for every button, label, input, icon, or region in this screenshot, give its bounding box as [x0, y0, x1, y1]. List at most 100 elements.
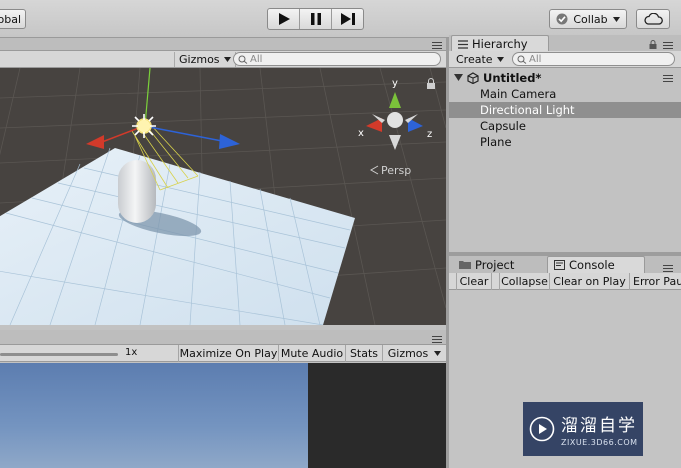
- expand-triangle-icon[interactable]: [454, 74, 463, 82]
- collab-button[interactable]: Collab: [549, 9, 627, 29]
- hierarchy-item-main-camera[interactable]: Main Camera: [449, 86, 681, 102]
- panel-menu-icon[interactable]: [432, 42, 442, 49]
- hierarchy-item-label: Plane: [480, 135, 512, 149]
- scale-slider-track[interactable]: [0, 353, 118, 356]
- plane-object[interactable]: [0, 148, 355, 325]
- pivot-global-toggle[interactable]: obal: [0, 9, 26, 29]
- scale-label: 1x: [125, 347, 138, 358]
- step-icon: [340, 13, 355, 25]
- panel-menu-icon[interactable]: [663, 265, 673, 272]
- hierarchy-item-capsule[interactable]: Capsule: [449, 118, 681, 134]
- watermark-text: 溜溜自学 ZIXUE.3D66.COM: [561, 411, 638, 447]
- chevron-down-icon: [434, 351, 442, 356]
- panel-menu-icon[interactable]: [432, 336, 442, 343]
- console-error-pause-label: Error Pau: [633, 275, 681, 288]
- watermark-logo: 溜溜自学 ZIXUE.3D66.COM: [523, 402, 643, 456]
- hierarchy-item-plane[interactable]: Plane: [449, 134, 681, 150]
- game-viewport[interactable]: [0, 363, 446, 468]
- search-icon: [517, 55, 527, 64]
- folder-icon: [459, 261, 471, 269]
- maximize-on-play-toggle[interactable]: Maximize On Play: [178, 345, 278, 362]
- scene-gizmos-label: Gizmos: [179, 53, 220, 66]
- search-icon: [238, 55, 248, 64]
- axis-label-y: y: [392, 78, 398, 89]
- hierarchy-tree: Untitled* Main Camera Directional Light …: [449, 68, 681, 252]
- maximize-on-play-label: Maximize On Play: [179, 347, 278, 360]
- axis-label-x: x: [358, 128, 364, 139]
- persp-label[interactable]: Persp: [381, 164, 411, 177]
- scene-menu-icon[interactable]: [663, 75, 673, 82]
- axis-label-z: z: [427, 129, 432, 140]
- step-button[interactable]: [332, 9, 363, 29]
- cloud-icon: [644, 13, 663, 25]
- console-clear-button[interactable]: Clear: [456, 273, 492, 290]
- stats-label: Stats: [349, 347, 379, 360]
- pause-icon: [310, 13, 321, 25]
- stats-toggle[interactable]: Stats: [345, 345, 382, 362]
- game-sky: [0, 363, 308, 468]
- console-toolbar: Clear Collapse Clear on Play Error Pau: [449, 273, 681, 290]
- scene-canvas: y x z Persp: [0, 68, 446, 325]
- game-letterbox: [308, 363, 446, 468]
- x-axis-arrow[interactable]: [86, 135, 104, 149]
- tab-project-label: Project: [475, 257, 515, 272]
- game-panel-header: [0, 330, 446, 345]
- lock-icon[interactable]: [649, 40, 657, 49]
- play-icon: [278, 13, 290, 25]
- chevron-down-icon: [223, 57, 231, 62]
- project-console-tabbar: Project Console: [449, 256, 681, 273]
- console-collapse-label: Collapse: [501, 275, 548, 288]
- watermark-title: 溜溜自学: [561, 416, 637, 436]
- z-axis-arrow[interactable]: [219, 134, 240, 149]
- tab-console[interactable]: Console: [547, 256, 645, 273]
- watermark-play-icon: [529, 416, 555, 442]
- collab-label: Collab: [573, 12, 608, 26]
- hierarchy-item-directional-light[interactable]: Directional Light: [449, 102, 681, 118]
- scene-toolbar: Gizmos All: [0, 51, 446, 68]
- chevron-down-icon: [496, 57, 504, 62]
- scene-name: Untitled*: [483, 71, 542, 85]
- hierarchy-search-placeholder: All: [529, 53, 542, 65]
- lock-icon[interactable]: [427, 78, 435, 90]
- console-clear-label: Clear: [459, 275, 489, 288]
- main-toolbar: obal Collab: [0, 0, 681, 38]
- playback-controls: [267, 8, 364, 30]
- console-collapse-toggle[interactable]: Collapse: [499, 273, 550, 290]
- game-gizmos-label: Gizmos: [387, 347, 429, 360]
- tab-console-label: Console: [569, 258, 615, 272]
- console-clear-on-play-label: Clear on Play: [553, 275, 626, 288]
- console-clear-on-play-toggle[interactable]: Clear on Play: [550, 273, 630, 290]
- hierarchy-item-label: Main Camera: [480, 87, 557, 101]
- tab-hierarchy[interactable]: Hierarchy: [451, 35, 549, 52]
- orientation-gizmo[interactable]: [366, 92, 423, 150]
- hierarchy-item-label: Capsule: [480, 119, 526, 133]
- panel-menu-icon[interactable]: [663, 42, 673, 49]
- watermark-url: ZIXUE.3D66.COM: [561, 438, 638, 447]
- z-axis-handle[interactable]: [143, 125, 223, 142]
- cloud-services-button[interactable]: [636, 9, 670, 29]
- unity-scene-icon: [467, 72, 479, 84]
- scene-search-placeholder: All: [250, 53, 263, 65]
- scene-gizmos-dropdown[interactable]: Gizmos: [174, 52, 236, 67]
- scene-search-input[interactable]: All: [233, 52, 441, 66]
- scene-panel-header: [0, 38, 446, 51]
- directional-light-sun-icon[interactable]: [132, 114, 156, 138]
- y-axis-handle[interactable]: [144, 68, 151, 127]
- scene-viewport[interactable]: y x z Persp: [0, 68, 446, 325]
- mute-audio-toggle[interactable]: Mute Audio: [278, 345, 345, 362]
- scene-root-row[interactable]: Untitled*: [449, 70, 681, 86]
- game-gizmos-dropdown[interactable]: Gizmos: [382, 345, 446, 362]
- hierarchy-tabbar: Hierarchy: [449, 35, 681, 52]
- global-toggle-label: obal: [0, 12, 21, 26]
- hierarchy-toolbar: Create All: [449, 51, 681, 68]
- game-toolbar: 1x Maximize On Play Mute Audio Stats Giz…: [0, 345, 446, 362]
- check-circle-icon: [556, 13, 568, 25]
- console-error-pause-toggle[interactable]: Error Pau: [630, 273, 681, 290]
- tab-project[interactable]: Project: [453, 256, 545, 273]
- create-dropdown[interactable]: Create: [453, 52, 507, 67]
- chevron-down-icon: [612, 16, 620, 22]
- play-button[interactable]: [268, 9, 300, 29]
- persp-chevron-icon: [369, 165, 379, 175]
- hierarchy-search-input[interactable]: All: [512, 52, 675, 66]
- pause-button[interactable]: [300, 9, 332, 29]
